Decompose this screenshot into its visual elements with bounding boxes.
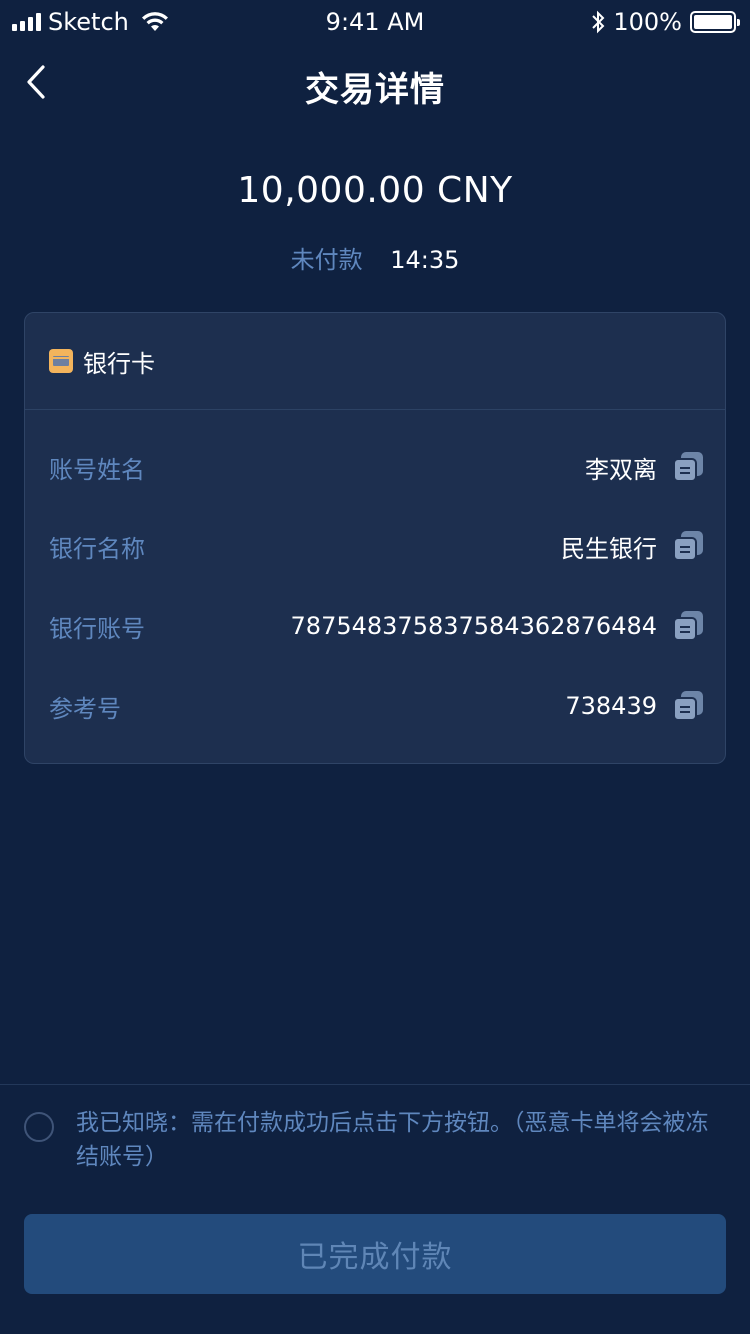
battery-icon bbox=[690, 11, 740, 33]
copy-bank-name-button[interactable] bbox=[673, 531, 703, 561]
payment-status-label: 未付款 bbox=[290, 246, 363, 274]
row-value: 787548375837584362876484 bbox=[290, 612, 657, 640]
row-value: 民生银行 bbox=[561, 534, 657, 563]
status-bar: Sketch 9:41 AM 100% bbox=[0, 0, 750, 44]
bank-card-icon bbox=[49, 349, 73, 373]
status-bar-right: 100% bbox=[591, 8, 740, 36]
bluetooth-icon bbox=[592, 10, 605, 34]
card-title: 银行卡 bbox=[83, 349, 155, 378]
agree-radio[interactable] bbox=[24, 1112, 54, 1142]
nav-bar: 交易详情 bbox=[0, 44, 750, 124]
row-value: 李双离 bbox=[585, 455, 657, 484]
info-row-reference-number: 参考号 738439 bbox=[25, 676, 725, 736]
row-label: 账号姓名 bbox=[49, 455, 145, 484]
copy-account-number-button[interactable] bbox=[673, 611, 703, 641]
row-label: 银行名称 bbox=[49, 534, 145, 563]
amount-text: 10,000.00 CNY bbox=[237, 170, 513, 211]
bank-card-panel: 银行卡 账号姓名 李双离 银行名称 民生银行 银行账号 787548375837… bbox=[24, 312, 726, 764]
battery-percent: 100% bbox=[613, 8, 682, 36]
row-label: 银行账号 bbox=[49, 614, 145, 643]
row-label: 参考号 bbox=[49, 694, 121, 723]
footer-divider bbox=[0, 1084, 750, 1085]
row-value: 738439 bbox=[565, 692, 657, 720]
copy-reference-number-button[interactable] bbox=[673, 691, 703, 721]
info-row-bank-name: 银行名称 民生银行 bbox=[25, 516, 725, 576]
info-row-account-number: 银行账号 787548375837584362876484 bbox=[25, 596, 725, 656]
card-header: 银行卡 bbox=[25, 313, 725, 410]
info-row-account-name: 账号姓名 李双离 bbox=[25, 437, 725, 497]
page-title: 交易详情 bbox=[305, 70, 445, 110]
countdown-timer: 14:35 bbox=[390, 246, 460, 274]
agreement-text: 我已知晓：需在付款成功后点击下方按钮。（恶意卡单将会被冻结账号） bbox=[76, 1110, 709, 1170]
transaction-detail-page: Sketch 9:41 AM 100% 交易详情 10,000.00 CNY 未… bbox=[0, 0, 750, 1334]
copy-account-name-button[interactable] bbox=[673, 452, 703, 482]
payment-status: 未付款 14:35 bbox=[0, 240, 750, 275]
payment-complete-button[interactable]: 已完成付款 bbox=[24, 1214, 726, 1294]
